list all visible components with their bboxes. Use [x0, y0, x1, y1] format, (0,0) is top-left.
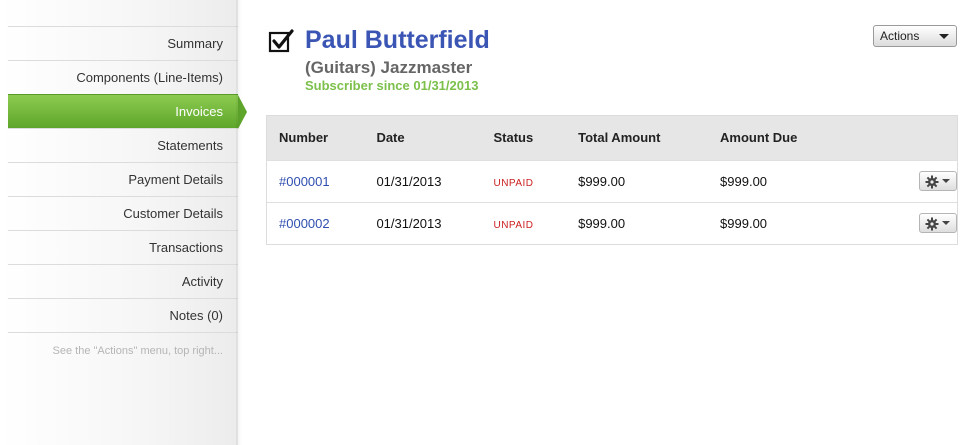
column-header-number: Number — [279, 130, 329, 146]
sidebar-item-notes[interactable]: Notes (0) — [8, 298, 238, 332]
caret-down-icon — [942, 179, 950, 183]
sidebar-item-statements[interactable]: Statements — [8, 128, 238, 162]
table-row: #000002 01/31/2013 UNPAID $999.00 $999.0… — [267, 202, 957, 244]
sidebar-item-summary[interactable]: Summary — [8, 26, 238, 60]
invoice-total: $999.00 — [578, 215, 626, 231]
invoice-date: 01/31/2013 — [376, 215, 442, 231]
column-header-total-amount: Total Amount — [578, 130, 661, 146]
subscriber-since: Subscriber since 01/31/2013 — [305, 78, 479, 93]
gear-icon — [925, 175, 939, 189]
sidebar-item-payment-details[interactable]: Payment Details — [8, 162, 238, 196]
sidebar-shadow — [236, 0, 242, 445]
row-actions-button[interactable] — [919, 213, 957, 234]
checkbox-checked-icon — [268, 29, 294, 53]
invoice-number-link[interactable]: #000002 — [279, 216, 330, 231]
table-header-row: Number Date Status Total Amount Amount D… — [267, 116, 957, 160]
status-badge: UNPAID — [493, 219, 534, 231]
sidebar: Summary Components (Line-Items) Invoices… — [0, 0, 247, 445]
column-header-amount-due: Amount Due — [720, 130, 798, 146]
sidebar-item-invoices[interactable]: Invoices — [8, 94, 247, 129]
invoice-total: $999.00 — [578, 173, 626, 189]
actions-button[interactable]: Actions — [873, 25, 957, 47]
invoice-due: $999.00 — [720, 215, 768, 231]
caret-down-icon — [939, 34, 949, 39]
invoices-table: Number Date Status Total Amount Amount D… — [266, 115, 958, 245]
column-header-actions — [863, 116, 957, 160]
column-header-date: Date — [376, 130, 405, 146]
sidebar-hint: See the "Actions" menu, top right... — [8, 332, 238, 369]
customer-name: Paul Butterfield — [305, 26, 490, 54]
invoice-number-link[interactable]: #000001 — [279, 174, 330, 189]
row-actions-button[interactable] — [919, 171, 957, 191]
status-badge: UNPAID — [493, 177, 534, 189]
table-row: #000001 01/31/2013 UNPAID $999.00 $999.0… — [267, 160, 957, 202]
invoice-due: $999.00 — [720, 173, 768, 189]
sidebar-item-customer-details[interactable]: Customer Details — [8, 196, 238, 230]
column-header-status: Status — [493, 130, 534, 146]
sidebar-item-activity[interactable]: Activity — [8, 264, 238, 298]
gear-icon — [925, 217, 939, 231]
sidebar-item-transactions[interactable]: Transactions — [8, 230, 238, 264]
sidebar-nav: Summary Components (Line-Items) Invoices… — [8, 26, 247, 369]
sidebar-item-components[interactable]: Components (Line-Items) — [8, 60, 238, 94]
caret-down-icon — [942, 221, 950, 226]
actions-label: Actions — [880, 29, 920, 43]
invoice-date: 01/31/2013 — [376, 173, 442, 189]
product-name: (Guitars) Jazzmaster — [305, 58, 473, 77]
